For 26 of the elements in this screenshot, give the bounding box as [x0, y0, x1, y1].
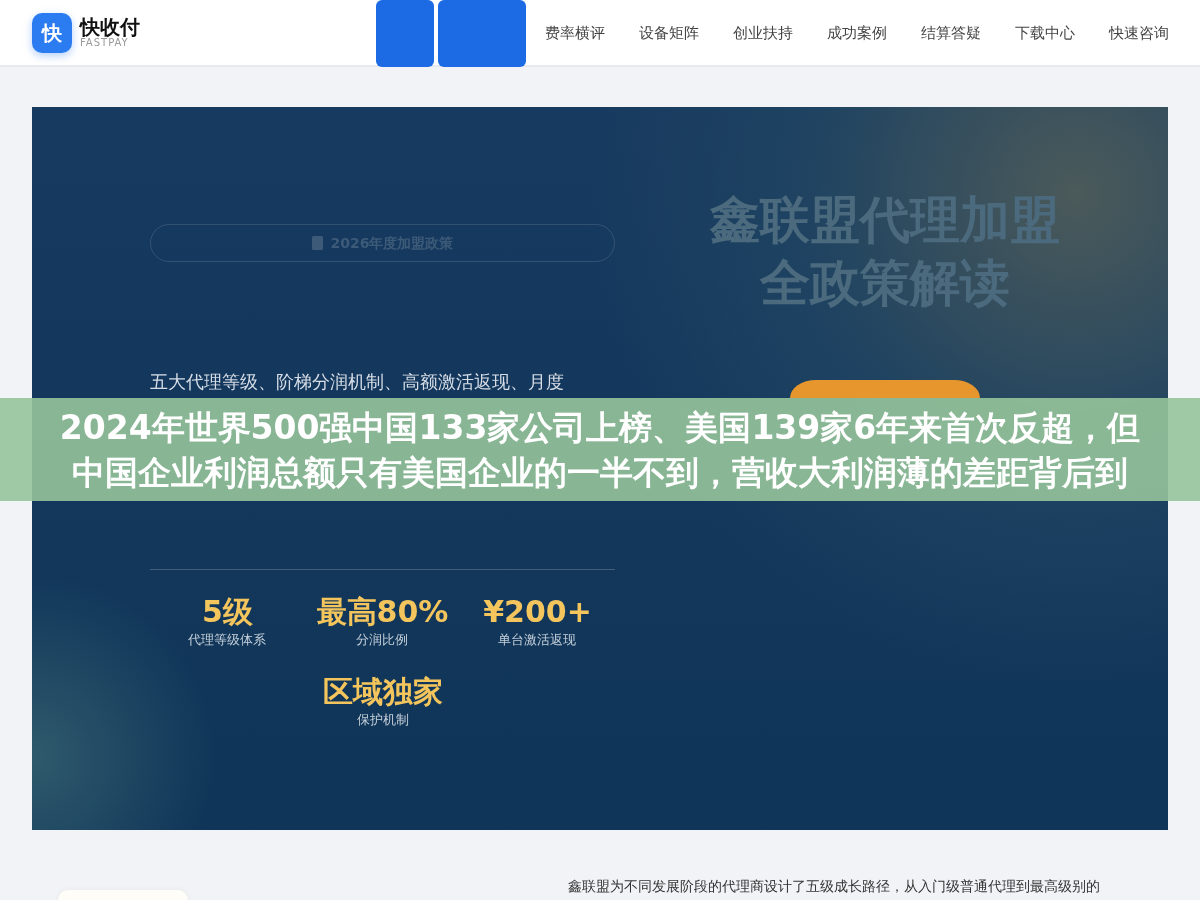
- stat-label: 保护机制: [355, 710, 410, 729]
- stat-value: 最高80%: [315, 594, 450, 630]
- nav-tab[interactable]: 成功案例: [812, 0, 902, 67]
- nav-tab[interactable]: 创业扶持: [718, 0, 808, 67]
- headline-text: 中国企业利润总额只有美国企业的一半不到，营收大利润薄的差距背后到: [72, 451, 1128, 494]
- stat-label: 分润比例: [355, 631, 410, 649]
- nav-tab[interactable]: 快速咨询: [1094, 0, 1184, 67]
- nav-tab[interactable]: 结算答疑: [906, 0, 996, 67]
- nav-tab[interactable]: [438, 0, 526, 67]
- nav-tab[interactable]: [376, 0, 434, 67]
- nav-tab[interactable]: 设备矩阵: [624, 0, 714, 67]
- stat-value: 5级: [201, 594, 254, 630]
- brand-tagline: FASTPAY: [80, 38, 129, 48]
- calculate-button[interactable]: [790, 380, 980, 398]
- intro-text: 五大代理等级、阶梯分润机制、高额激活返现、月度: [150, 370, 565, 394]
- stat-value: 区域独家: [321, 673, 444, 710]
- nav-tab[interactable]: 费率横评: [530, 0, 620, 67]
- stat-label: 单台激活返现: [497, 631, 578, 649]
- nav-tab[interactable]: 下载中心: [1000, 0, 1090, 67]
- stat-label: 代理等级体系: [187, 631, 268, 649]
- section-text: 鑫联盟为不同发展阶段的代理商设计了五级成长路径，从入门级普通代理到最高级别的: [568, 877, 1101, 896]
- stat-value: ¥200+: [482, 594, 593, 630]
- brand-name: 快收付: [80, 17, 140, 38]
- document-icon: [311, 236, 323, 250]
- logo-icon: 快: [32, 12, 72, 53]
- headline-text: 2024年世界500强中国133家公司上榜、美国139家6年来首次反超，但: [59, 407, 1141, 449]
